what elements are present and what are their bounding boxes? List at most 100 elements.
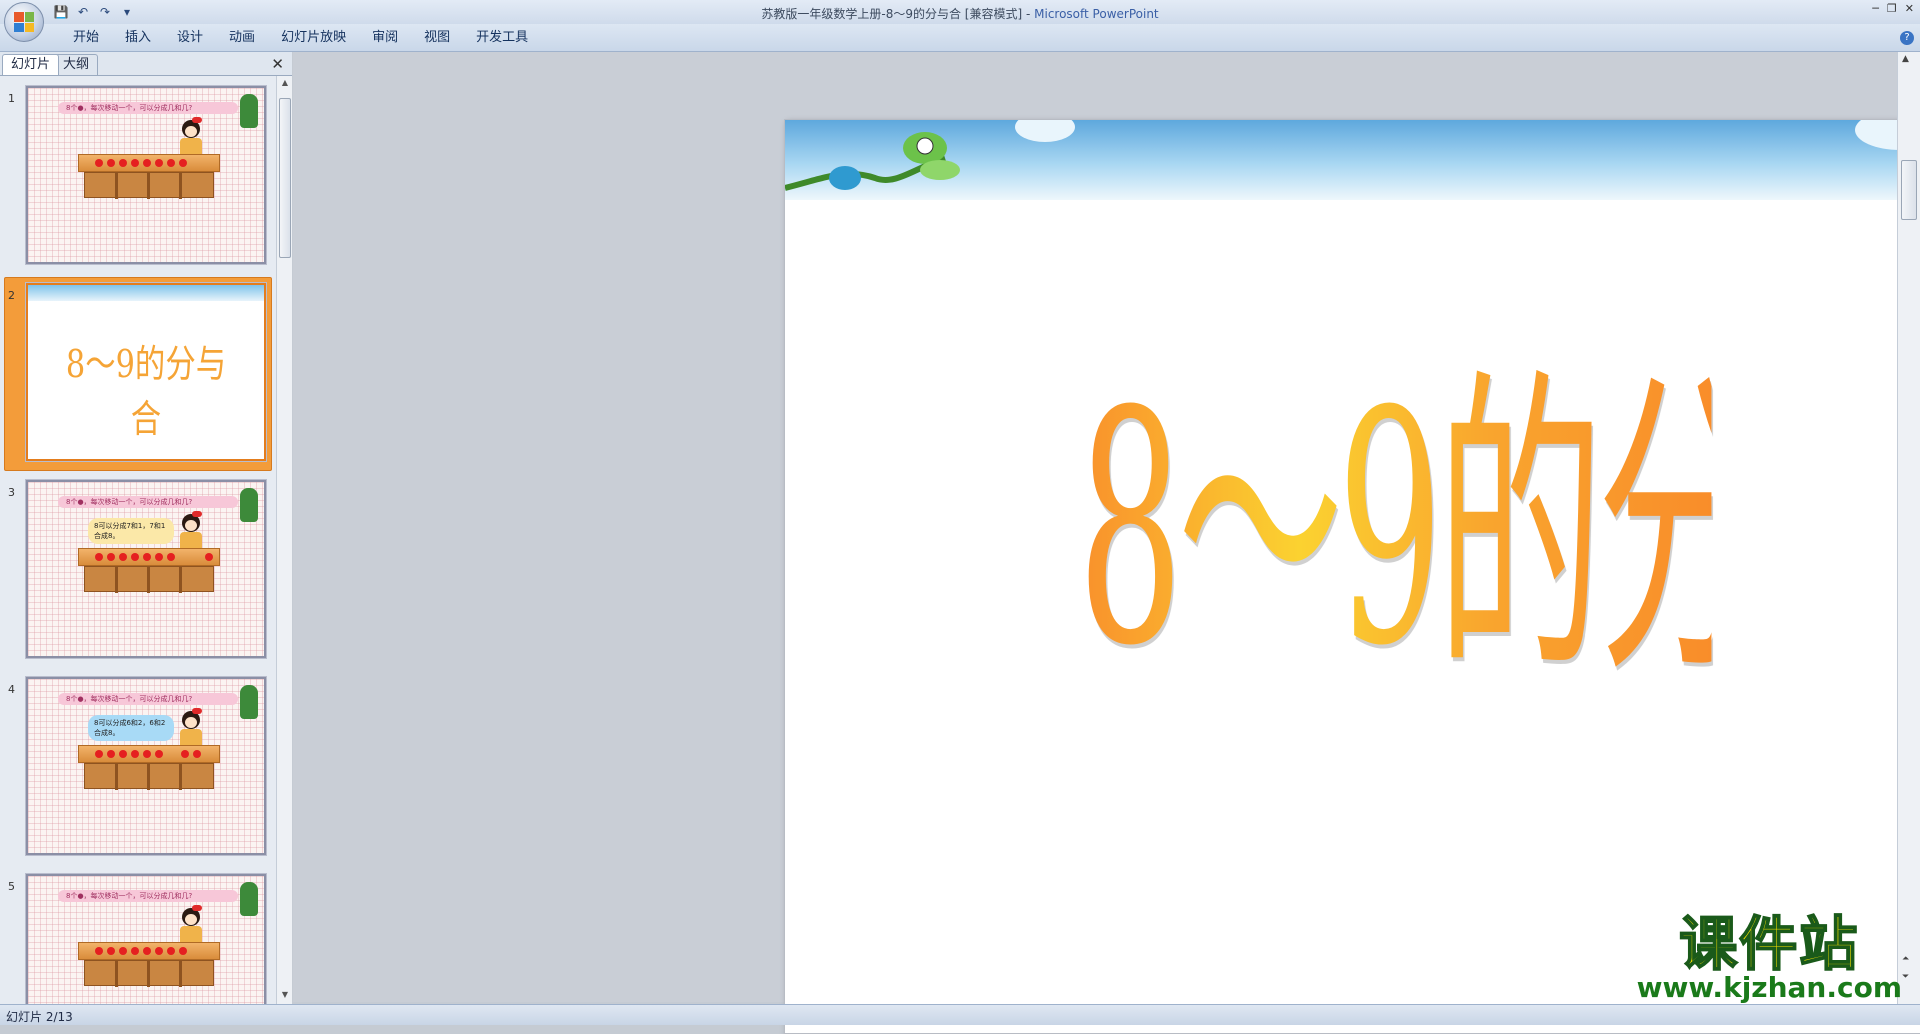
red-dot <box>119 947 127 955</box>
desk-illustration <box>78 745 220 791</box>
slide-thumbnail[interactable]: 8个●，每次移动一个，可以分成几和几? 8可以分成7和1，7和1合成8。 <box>26 480 266 658</box>
scroll-up-icon[interactable]: ▲ <box>1902 54 1909 64</box>
red-dot <box>119 553 127 561</box>
watermark-name: 课件站 <box>1637 915 1902 973</box>
site-watermark: 课件站 www.kjzhan.com <box>1637 915 1902 1003</box>
red-dot <box>143 553 151 561</box>
window-title: 苏教版一年级数学上册-8～9的分与合 [兼容模式] - Microsoft Po… <box>0 5 1920 22</box>
red-dot <box>131 750 139 758</box>
restore-icon[interactable]: ❐ <box>1887 2 1897 15</box>
red-dot <box>95 553 103 561</box>
slide-thumbnail-row[interactable]: 1 8个●，每次移动一个，可以分成几和几? <box>0 86 276 276</box>
thumbnail-title: 8～9的分与合 <box>52 333 241 443</box>
thumb-sky <box>28 285 264 301</box>
cloud-decoration <box>1015 119 1075 142</box>
red-dot <box>131 553 139 561</box>
red-dot <box>107 159 115 167</box>
red-dot <box>167 947 175 955</box>
slide-thumbnail-row[interactable]: 4 8个●，每次移动一个，可以分成几和几?8可以分成6和2，6和2合成8。 <box>0 677 276 867</box>
slide-thumbnail[interactable]: 8～9的分与合 <box>26 283 266 461</box>
frog-illustration <box>240 488 258 522</box>
ribbon-tab[interactable]: 插入 <box>112 30 164 46</box>
red-dot <box>155 553 163 561</box>
slide-thumbnail[interactable]: 8个●，每次移动一个，可以分成几和几? <box>26 874 266 1004</box>
close-pane-icon[interactable]: ✕ <box>271 55 284 73</box>
editor-scrollbar[interactable]: ▲ ⏶ ⏷ <box>1897 52 1920 1004</box>
slide-editing-area: 8～9的分与合 <box>293 52 1897 1002</box>
red-dot <box>155 947 163 955</box>
thumbnail-banner: 8个●，每次移动一个，可以分成几和几? <box>58 890 238 902</box>
previous-slide-icon[interactable]: ⏶ <box>1902 954 1909 964</box>
red-dot <box>119 159 127 167</box>
ribbon-tab[interactable]: 审阅 <box>359 30 411 46</box>
red-dot <box>143 750 151 758</box>
ribbon-tab[interactable]: 开发工具 <box>463 30 541 46</box>
red-dot <box>193 750 201 758</box>
slide-thumbnail[interactable]: 8个●，每次移动一个，可以分成几和几?8可以分成6和2，6和2合成8。 <box>26 677 266 855</box>
slide-number: 2 <box>8 289 15 302</box>
thumbnail-list: 1 8个●，每次移动一个，可以分成几和几? 2 8～9的分与合 3 8个●，每次移动一个，… <box>0 76 276 1004</box>
scroll-down-icon[interactable]: ▼ <box>279 990 291 1002</box>
red-dot <box>179 159 187 167</box>
app-name: Microsoft PowerPoint <box>1034 7 1159 21</box>
slide-thumbnail[interactable]: 8个●，每次移动一个，可以分成几和几? <box>26 86 266 264</box>
red-dot <box>167 159 175 167</box>
slide-number: 3 <box>8 486 15 499</box>
watermark-url: www.kjzhan.com <box>1637 973 1902 1003</box>
red-dot <box>205 553 213 561</box>
slide-number: 4 <box>8 683 15 696</box>
ribbon-tab[interactable]: 视图 <box>411 30 463 46</box>
ribbon-tabs: 开始插入设计动画幻灯片放映审阅视图开发工具 <box>60 30 541 46</box>
slide-thumbnail-row[interactable]: 2 8～9的分与合 <box>0 283 276 473</box>
office-button[interactable] <box>4 2 44 42</box>
status-bar: 幻灯片 2/13 <box>0 1004 1920 1025</box>
red-dot <box>107 553 115 561</box>
desk-illustration <box>78 942 220 988</box>
help-icon[interactable]: ? <box>1900 31 1914 45</box>
vine-snail-decoration <box>785 128 1005 208</box>
current-slide[interactable]: 8～9的分与合 <box>784 119 1920 1034</box>
title-separator: - <box>1022 7 1034 21</box>
frog-illustration <box>240 685 258 719</box>
slide-thumbnail-row[interactable]: 58个●，每次移动一个，可以分成几和几? <box>0 874 276 1004</box>
next-slide-icon[interactable]: ⏷ <box>1902 972 1909 982</box>
red-dot <box>107 750 115 758</box>
frog-illustration <box>240 94 258 128</box>
red-dot <box>131 947 139 955</box>
red-dot <box>167 553 175 561</box>
scroll-up-icon[interactable]: ▲ <box>279 78 291 90</box>
red-dot <box>143 947 151 955</box>
red-dot <box>107 947 115 955</box>
red-dot <box>181 750 189 758</box>
red-dot <box>95 159 103 167</box>
red-dot <box>95 750 103 758</box>
slides-pane: 幻灯片 大纲 ✕ 1 8个●，每次移动一个，可以分成几和几? 2 8～9的分与合 3 8个… <box>0 52 292 1004</box>
tab-slides[interactable]: 幻灯片 <box>2 54 59 75</box>
tab-outline[interactable]: 大纲 <box>54 54 98 75</box>
red-dot <box>143 159 151 167</box>
thumbnail-scrollbar[interactable]: ▲ ▼ <box>276 76 292 1004</box>
document-title: 苏教版一年级数学上册-8～9的分与合 [兼容模式] <box>761 7 1022 21</box>
desk-illustration <box>78 548 220 594</box>
desk-illustration <box>78 154 220 200</box>
scroll-thumb[interactable] <box>279 98 291 258</box>
ribbon-tab[interactable]: 幻灯片放映 <box>268 30 359 46</box>
slide-title[interactable]: 8～9的分与合 <box>1078 370 1712 690</box>
slide-number: 1 <box>8 92 15 105</box>
thumbnail-banner: 8个●，每次移动一个，可以分成几和几? <box>58 496 238 508</box>
ribbon-tab[interactable]: 设计 <box>164 30 216 46</box>
frog-illustration <box>240 882 258 916</box>
speech-bubble: 8可以分成7和1，7和1合成8。 <box>88 518 174 544</box>
ribbon-tab[interactable]: 动画 <box>216 30 268 46</box>
slide-counter: 幻灯片 2/13 <box>6 1008 73 1025</box>
close-icon[interactable]: ✕ <box>1905 2 1914 15</box>
red-dot <box>179 947 187 955</box>
ribbon-tab-bar: 开始插入设计动画幻灯片放映审阅视图开发工具 ? <box>0 24 1920 52</box>
scroll-thumb[interactable] <box>1901 160 1917 220</box>
minimize-icon[interactable]: ─ <box>1872 2 1879 15</box>
office-logo-icon <box>14 12 34 32</box>
red-dot <box>155 750 163 758</box>
slide-thumbnail-row[interactable]: 3 8个●，每次移动一个，可以分成几和几? 8可以分成7和1，7和1合成8。 <box>0 480 276 670</box>
thumbnail-banner: 8个●，每次移动一个，可以分成几和几? <box>58 693 238 705</box>
ribbon-tab[interactable]: 开始 <box>60 30 112 46</box>
